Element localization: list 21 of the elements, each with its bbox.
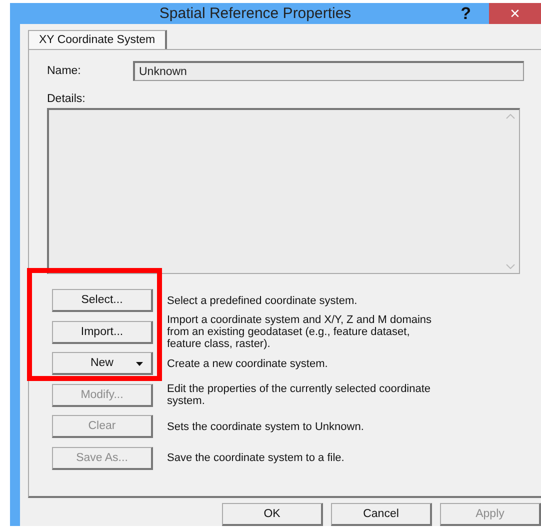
action-description: Edit the properties of the currently selected coordinate system. [167, 383, 432, 407]
details-label: Details: [47, 93, 86, 105]
dialog-button[interactable]: Cancel [331, 503, 432, 526]
scroll-down-icon[interactable] [506, 264, 514, 269]
action-description: Create a new coordinate system. [167, 358, 329, 370]
action-description: Import a coordinate system and X/Y, Z and M domains from an existing geodataset (e.g., feature dataset, feature class, raster). [167, 314, 433, 350]
window-title: Spatial Reference Properties [158, 5, 352, 22]
dropdown-button[interactable]: New [52, 352, 153, 375]
tab[interactable]: XY Coordinate System [28, 30, 168, 49]
dialog-button[interactable]: OK [222, 503, 323, 526]
action-description: Save the coordinate system to a file. [167, 452, 346, 464]
caret-icon [136, 362, 143, 366]
name-field[interactable]: Unknown [133, 61, 524, 81]
action-button[interactable]: Select... [52, 289, 153, 312]
action-description: Select a predefined coordinate system. [167, 294, 358, 306]
close-button[interactable]: × [489, 3, 541, 24]
scroll-up-icon[interactable] [506, 114, 514, 119]
help-button[interactable]: ? [460, 4, 471, 24]
action-button[interactable]: Import... [52, 320, 153, 344]
name-label: Name: [47, 65, 82, 77]
action-description: Sets the coordinate system to Unknown. [167, 420, 365, 432]
